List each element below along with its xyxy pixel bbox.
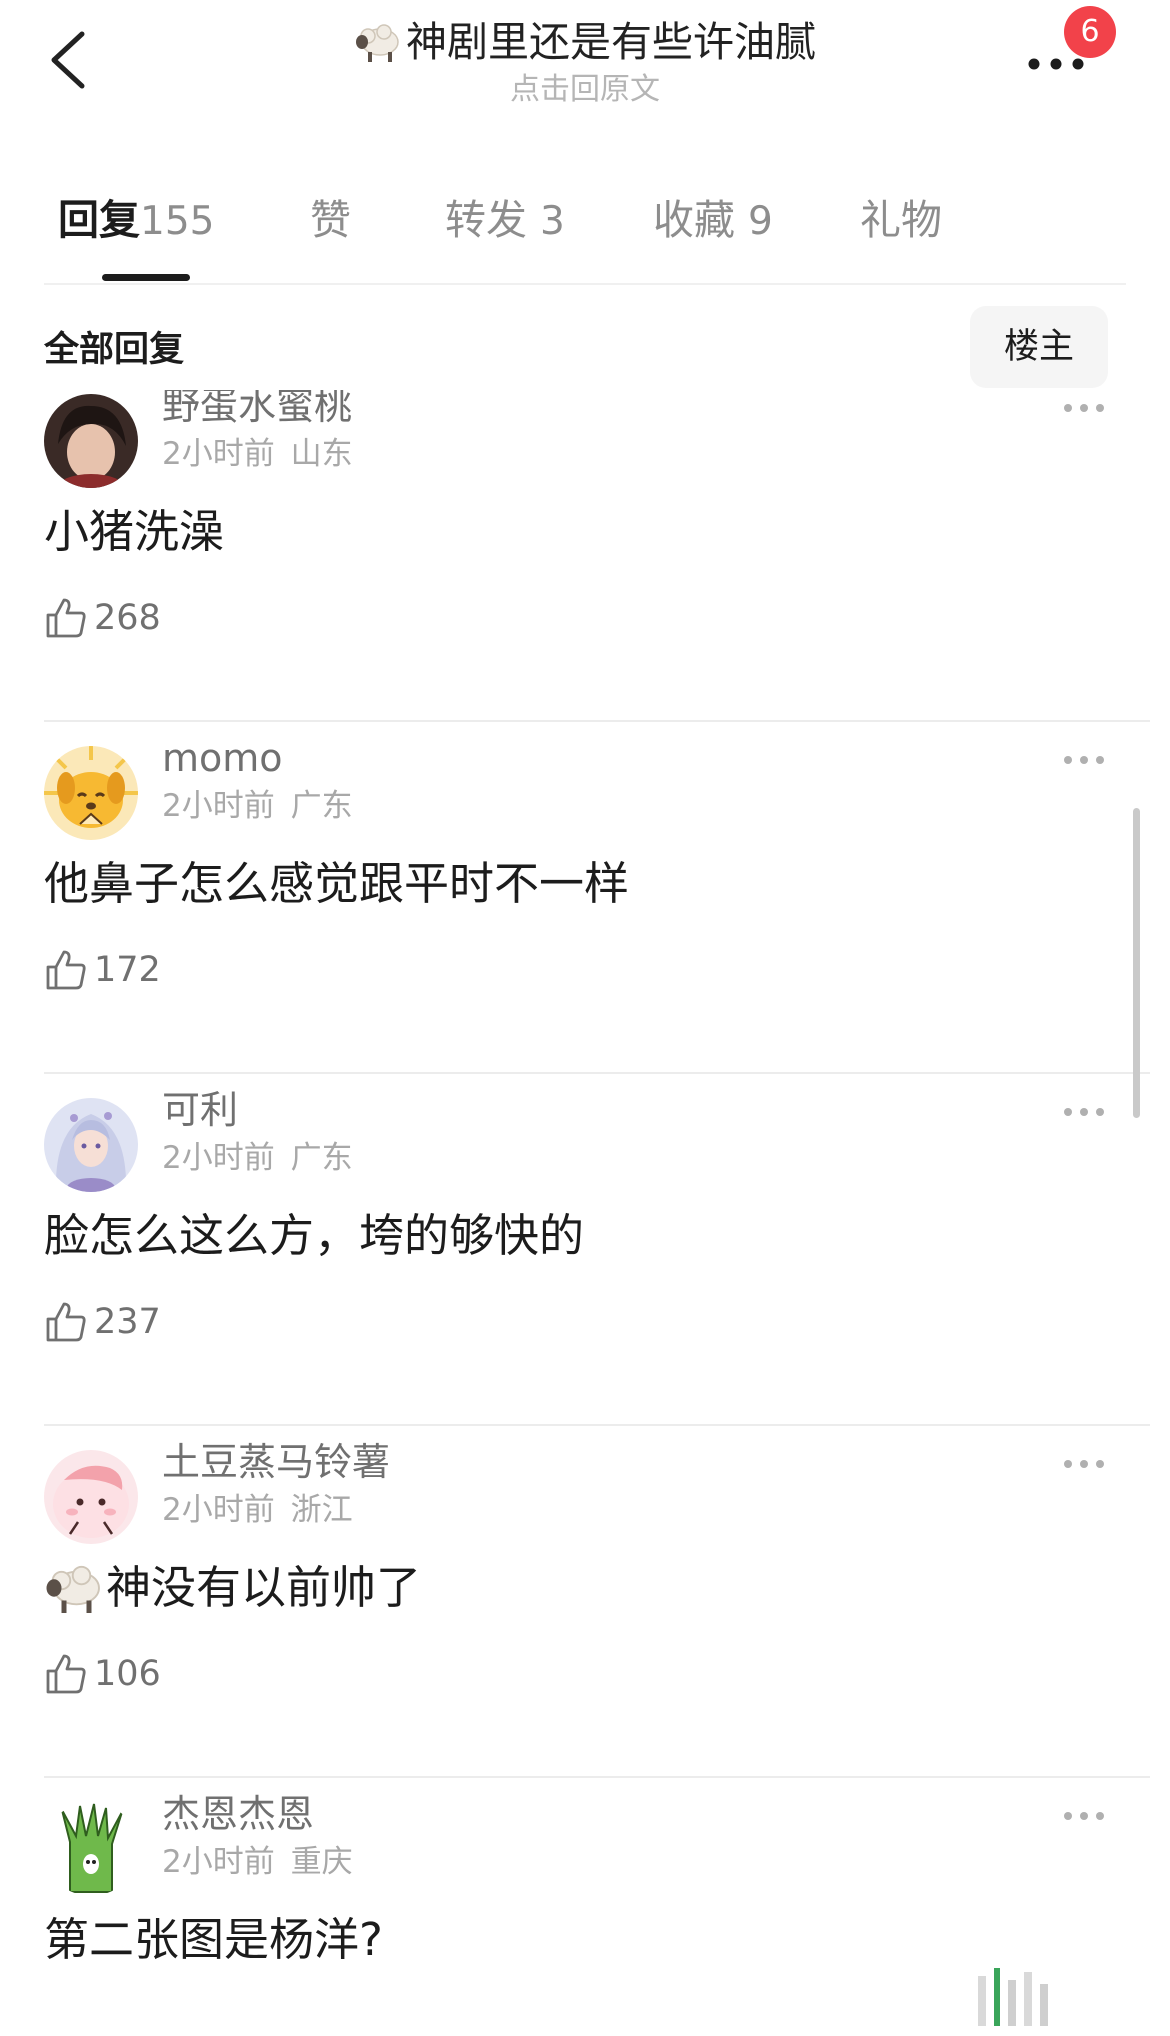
tabs-divider: [44, 283, 1126, 285]
username[interactable]: 土豆蒸马铃薯: [162, 1436, 390, 1488]
comment-item: momo 2小时前 广东 他鼻子怎么感觉跟平时不一样 172: [0, 722, 1170, 1074]
comment-text: 脸怎么这么方，垮的够快的: [44, 1209, 585, 1262]
sheep-emoji-icon: [356, 24, 399, 62]
thumbs-up-icon: [46, 1654, 86, 1694]
tab-count: 155: [140, 199, 215, 244]
comment-more-button[interactable]: [1062, 752, 1106, 768]
anime-girl-avatar-icon: [44, 1098, 138, 1192]
username[interactable]: 可利: [162, 1084, 238, 1136]
username[interactable]: 杰恩杰恩: [162, 1788, 314, 1840]
comment-more-button[interactable]: [1062, 1456, 1106, 1472]
avatar[interactable]: [44, 746, 138, 840]
like-button[interactable]: 172: [44, 944, 161, 996]
comment-text: 小猪洗澡: [44, 505, 225, 558]
tab-favorites[interactable]: 收藏 9: [653, 180, 773, 262]
like-button[interactable]: 268: [44, 592, 161, 644]
comment-location: 浙江: [290, 1492, 353, 1528]
all-replies-heading: 全部回复: [44, 330, 185, 370]
avatar[interactable]: [44, 1098, 138, 1192]
comment-time: 2小时前: [162, 1492, 275, 1528]
comment-list: 野蛋水蜜桃 2小时前 山东 小猪洗澡 268 momo 2小时前 广东 他鼻子怎…: [0, 390, 1170, 2036]
comment-more-button[interactable]: [1062, 400, 1106, 416]
tab-likes[interactable]: 赞: [310, 180, 351, 260]
more-dots-icon: [1064, 1108, 1104, 1116]
comment-meta: 2小时前 山东: [162, 432, 353, 476]
comment-more-button[interactable]: [1062, 1104, 1106, 1120]
tab-gifts[interactable]: 礼物: [860, 180, 942, 260]
sheep-emoji-icon: [46, 1565, 100, 1613]
back-button[interactable]: [44, 28, 92, 92]
comment-time: 2小时前: [162, 788, 275, 824]
more-dots-icon: [1064, 756, 1104, 764]
tab-label: 收藏: [653, 196, 735, 244]
more-dots-icon: [1064, 1460, 1104, 1468]
comment-meta: 2小时前 广东: [162, 784, 353, 828]
notification-badge: 6: [1064, 6, 1116, 58]
more-dots-icon: [1064, 1812, 1104, 1820]
tab-label: 回复: [58, 196, 140, 244]
comment-meta: 2小时前 重庆: [162, 1840, 353, 1884]
watermark-icon: [970, 1962, 1070, 2032]
comment-text: 神没有以前帅了: [106, 1561, 422, 1614]
like-count: 172: [94, 950, 161, 990]
tab-label: 礼物: [860, 196, 942, 244]
tab-reposts[interactable]: 转发 3: [445, 180, 565, 262]
comment-item: 野蛋水蜜桃 2小时前 山东 小猪洗澡 268: [0, 390, 1170, 722]
username[interactable]: 野蛋水蜜桃: [162, 390, 352, 432]
op-only-filter-button[interactable]: 楼主: [970, 306, 1108, 388]
avatar[interactable]: [44, 1802, 138, 1896]
comment-location: 重庆: [290, 1844, 353, 1880]
avatar[interactable]: [44, 394, 138, 488]
comment-text: 他鼻子怎么感觉跟平时不一样: [44, 857, 630, 910]
thumbs-up-icon: [46, 950, 86, 990]
like-count: 268: [94, 598, 161, 638]
chevron-left-icon: [51, 31, 85, 89]
post-title-area[interactable]: 神剧里还是有些许油腻 点击回原文: [200, 14, 970, 110]
comment-more-button[interactable]: [1062, 1808, 1106, 1824]
like-button[interactable]: 106: [44, 1648, 161, 1700]
thumbs-up-icon: [46, 1302, 86, 1342]
portrait-avatar-icon: [44, 394, 138, 488]
tab-count: 3: [540, 199, 565, 244]
green-plant-avatar-icon: [44, 1802, 138, 1896]
comment-time: 2小时前: [162, 1844, 275, 1880]
tab-label: 赞: [310, 196, 351, 244]
like-button[interactable]: 237: [44, 1296, 161, 1348]
more-dots-icon: [1064, 404, 1104, 412]
avatar[interactable]: [44, 1450, 138, 1544]
comment-item: 土豆蒸马铃薯 2小时前 浙江 神没有以前帅了 106: [0, 1426, 1170, 1778]
thumbs-up-icon: [46, 598, 86, 638]
comment-meta: 2小时前 浙江: [162, 1488, 353, 1532]
tab-label: 转发: [445, 196, 527, 244]
post-title-text: 神剧里还是有些许油腻: [406, 18, 816, 66]
comment-item: 可利 2小时前 广东 脸怎么这么方，垮的够快的 237: [0, 1074, 1170, 1426]
post-title: 神剧里还是有些许油腻: [354, 14, 816, 70]
pink-blob-avatar-icon: [44, 1450, 138, 1544]
back-to-original-link[interactable]: 点击回原文: [200, 70, 970, 110]
tab-replies[interactable]: 回复155: [58, 180, 214, 262]
comment-text-row: 神没有以前帅了: [44, 1556, 421, 1620]
tab-count: 9: [748, 199, 773, 244]
comment-location: 广东: [290, 788, 353, 824]
comment-meta: 2小时前 广东: [162, 1136, 353, 1180]
top-bar: 神剧里还是有些许油腻 点击回原文 6: [0, 0, 1170, 120]
like-count: 237: [94, 1302, 161, 1342]
scrollbar[interactable]: [1133, 808, 1140, 1118]
like-count: 106: [94, 1654, 161, 1694]
comment-location: 山东: [290, 436, 353, 472]
comment-time: 2小时前: [162, 1140, 275, 1176]
username[interactable]: momo: [162, 732, 283, 784]
active-tab-indicator: [102, 274, 190, 281]
yellow-dog-avatar-icon: [44, 746, 138, 840]
comment-location: 广东: [290, 1140, 353, 1176]
comment-text: 第二张图是杨洋?: [44, 1913, 383, 1966]
comment-time: 2小时前: [162, 436, 275, 472]
